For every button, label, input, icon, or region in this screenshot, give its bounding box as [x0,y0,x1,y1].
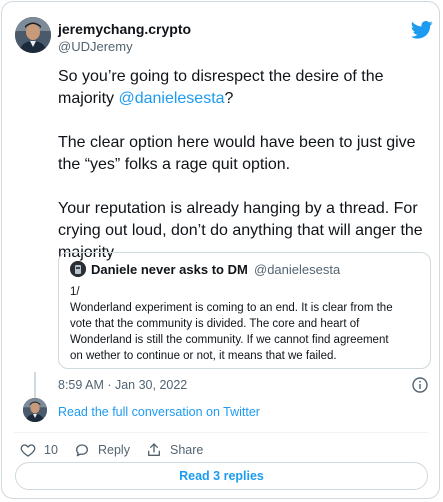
quoted-author-avatar [70,261,86,277]
author-handle[interactable]: @UDJeremy [58,39,133,54]
author-name[interactable]: jeremychang.crypto [58,21,191,37]
author-avatar[interactable] [15,17,51,53]
quoted-author-handle: @danielesesta [254,262,341,277]
divider [14,432,428,433]
quoted-text-line: vote that the community is divided. The … [70,318,360,330]
quoted-text-line: Wonderland experiment is coming to an en… [70,302,393,314]
like-count: 10 [44,443,58,457]
conversation-avatar[interactable] [23,398,47,422]
like-button[interactable]: 10 [20,442,58,458]
reply-icon [76,444,88,457]
share-icon [148,443,160,456]
heart-icon [20,444,36,457]
quoted-tweet[interactable]: Daniele never asks to DM @danielesesta 1… [58,252,431,369]
read-conversation-link[interactable]: Read the full conversation on Twitter [58,405,260,419]
quoted-text-line: Wonderland is still the community. If we… [70,334,389,346]
reply-button[interactable]: Reply [74,442,130,458]
reply-label: Reply [98,443,130,457]
info-icon[interactable] [412,377,428,393]
tweet-card: jeremychang.crypto @UDJeremy So you’re g… [1,1,440,499]
tweet-paragraph-1: So you’re going to disrespect the desire… [58,68,384,107]
tweet-timestamp[interactable]: 8:59 AM · Jan 30, 2022 [58,378,187,392]
share-label: Share [170,443,204,457]
quoted-author-name: Daniele never asks to DM [91,262,248,277]
share-button[interactable]: Share [146,442,203,458]
twitter-bird-icon[interactable] [411,20,433,40]
quoted-text-line: 1/ [70,286,80,298]
mention-link[interactable]: @danielesesta [118,90,224,107]
quoted-tweet-text: 1/ Wonderland experiment is coming to an… [70,284,425,364]
quoted-text-line: on wether to continue or not, it means t… [70,350,337,362]
read-replies-button[interactable]: Read 3 replies [15,462,428,490]
tweet-paragraph-2: The clear option here would have been to… [58,134,416,173]
